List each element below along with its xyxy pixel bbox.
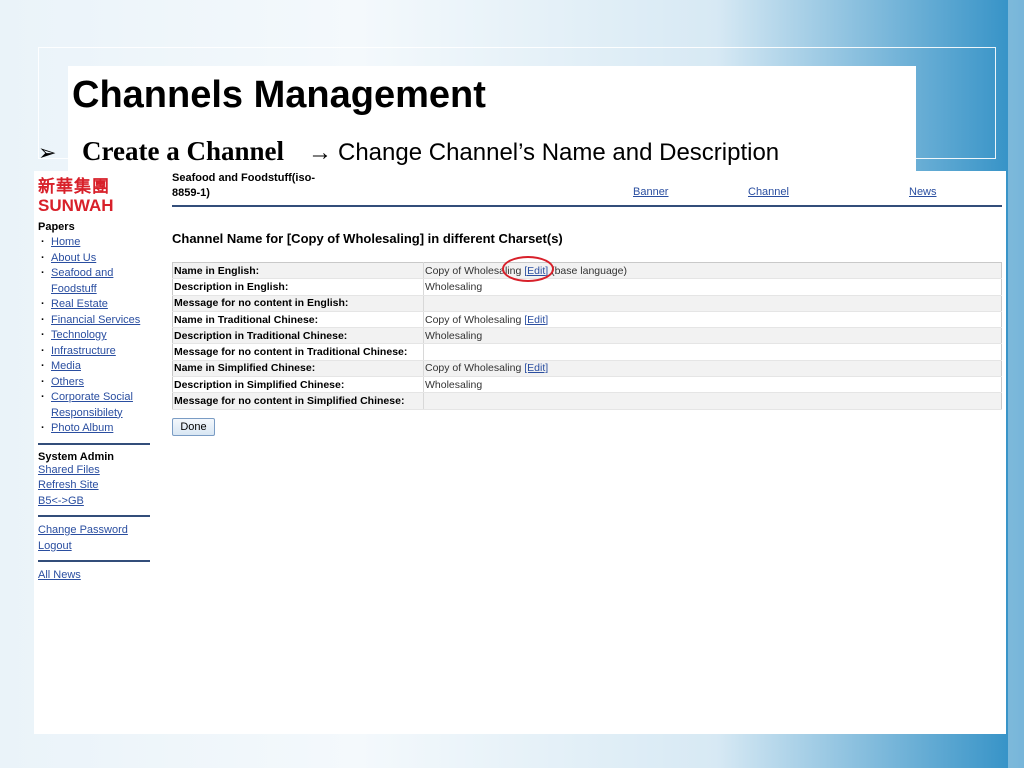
row-label: Message for no content in Traditional Ch… [172, 343, 424, 361]
bullet-row: ➢ Create a Channel → Change Channel’s Nam… [38, 136, 779, 168]
row-value [423, 295, 1002, 312]
row-label: Name in Simplified Chinese: [172, 360, 424, 378]
value-text: Copy of Wholesaling [425, 313, 522, 326]
row-label: Description in Simplified Chinese: [172, 376, 424, 394]
papers-link-media[interactable]: Media [51, 360, 81, 372]
row-value: Wholesaling [423, 278, 1002, 296]
logo-chinese: 新華集團 [38, 177, 110, 197]
papers-link-real-estate[interactable]: Real Estate [51, 298, 108, 310]
sidebar-divider [38, 560, 150, 562]
table-row: Name in Simplified Chinese: Copy of Whol… [172, 360, 1002, 378]
papers-item: Media [38, 359, 152, 375]
all-news-wrap: All News [38, 568, 152, 584]
system-admin-heading: System Admin [38, 450, 115, 463]
done-button[interactable]: Done [172, 418, 215, 436]
row-label: Description in English: [172, 278, 424, 296]
row-value: Copy of Wholesaling [Edit] [423, 360, 1002, 378]
sidebar-divider [38, 442, 150, 445]
papers-list: Home About Us Seafood and Foodstuff Real… [38, 235, 152, 437]
table-row: Message for no content in Simplified Chi… [172, 392, 1002, 410]
slide-title: Channels Management [72, 74, 486, 116]
papers-item: About Us [38, 251, 152, 267]
background-tile [1008, 0, 1024, 768]
papers-item: Infrastructure [38, 344, 152, 360]
papers-item: Financial Services [38, 313, 152, 329]
news-link[interactable]: News [909, 186, 937, 198]
papers-item: Seafood and Foodstuff [38, 266, 152, 297]
row-value: Wholesaling [423, 376, 1002, 394]
cms-screenshot: 新華集團 SUNWAH Papers Home About Us Seafood… [34, 171, 1006, 734]
table-row: Name in Traditional Chinese: Copy of Who… [172, 311, 1002, 329]
logout-link[interactable]: Logout [38, 540, 72, 552]
row-value: Copy of Wholesaling [Edit] [423, 311, 1002, 329]
table-row: Name in English: Copy of Wholesaling [Ed… [172, 262, 1002, 280]
charset-table: Name in English: Copy of Wholesaling [Ed… [172, 262, 1002, 410]
row-label: Name in English: [172, 262, 424, 280]
papers-item: Photo Album [38, 421, 152, 437]
banner-link[interactable]: Banner [633, 186, 668, 198]
papers-item: Others [38, 375, 152, 391]
base-language-note: (base language) [551, 264, 627, 277]
change-password-link[interactable]: Change Password [38, 524, 128, 536]
table-row: Message for no content in English: [172, 295, 1002, 312]
all-news-link[interactable]: All News [38, 569, 81, 581]
table-row: Description in Traditional Chinese: Whol… [172, 327, 1002, 345]
sidebar-divider [38, 515, 150, 517]
header-rule [172, 205, 1002, 207]
papers-link-about-us[interactable]: About Us [51, 252, 96, 264]
papers-link-seafood[interactable]: Seafood and Foodstuff [51, 267, 113, 295]
account-links: Change Password Logout [38, 523, 152, 554]
papers-link-photo-album[interactable]: Photo Album [51, 422, 113, 434]
papers-item: Technology [38, 328, 152, 344]
bullet-sub-text: Change Channel’s Name and Description [338, 139, 780, 166]
papers-item: Real Estate [38, 297, 152, 313]
bullet-main: Create a Channel [82, 136, 284, 166]
b5-gb-link[interactable]: B5<->GB [38, 495, 84, 507]
row-label: Message for no content in Simplified Chi… [172, 392, 424, 410]
header-row: Seafood and Foodstuff(iso-8859-1) Banner… [172, 171, 1002, 205]
main-content: Seafood and Foodstuff(iso-8859-1) Banner… [172, 171, 1002, 436]
bullet-arrow-icon: ➢ [38, 140, 57, 165]
table-row: Message for no content in Traditional Ch… [172, 343, 1002, 361]
papers-item: Corporate Social Responsibilety [38, 390, 152, 421]
shared-files-link[interactable]: Shared Files [38, 464, 100, 476]
row-value [423, 343, 1002, 361]
row-value: Wholesaling [423, 327, 1002, 345]
channel-link[interactable]: Channel [748, 186, 789, 198]
highlight-ellipse [502, 256, 554, 282]
table-row: Description in English: Wholesaling [172, 278, 1002, 296]
edit-link-simplified-name[interactable]: [Edit] [524, 362, 548, 374]
refresh-site-link[interactable]: Refresh Site [38, 479, 99, 491]
papers-link-infrastructure[interactable]: Infrastructure [51, 345, 116, 357]
edit-link-traditional-name[interactable]: [Edit] [524, 314, 548, 326]
sidebar: 新華集團 SUNWAH Papers Home About Us Seafood… [38, 177, 152, 584]
row-label: Name in Traditional Chinese: [172, 311, 424, 329]
system-links: Shared Files Refresh Site B5<->GB [38, 463, 152, 510]
papers-link-home[interactable]: Home [51, 236, 80, 248]
papers-link-financial[interactable]: Financial Services [51, 314, 140, 326]
row-value [423, 392, 1002, 410]
section-name: Seafood and Foodstuff(iso-8859-1) [172, 172, 315, 199]
bullet-sub: → Change Channel’s Name and Description [308, 139, 779, 167]
row-label: Message for no content in English: [172, 295, 424, 312]
page-heading: Channel Name for [Copy of Wholesaling] i… [172, 231, 563, 246]
row-label: Description in Traditional Chinese: [172, 327, 424, 345]
papers-link-others[interactable]: Others [51, 376, 84, 388]
papers-item: Home [38, 235, 152, 251]
value-text: Copy of Wholesaling [425, 362, 522, 375]
papers-link-technology[interactable]: Technology [51, 329, 107, 341]
right-arrow-icon: → [308, 139, 332, 166]
papers-link-csr[interactable]: Corporate Social Responsibilety [51, 391, 133, 419]
logo-english: SUNWAH [38, 196, 114, 215]
papers-heading: Papers [38, 221, 75, 233]
table-row: Description in Simplified Chinese: Whole… [172, 376, 1002, 394]
